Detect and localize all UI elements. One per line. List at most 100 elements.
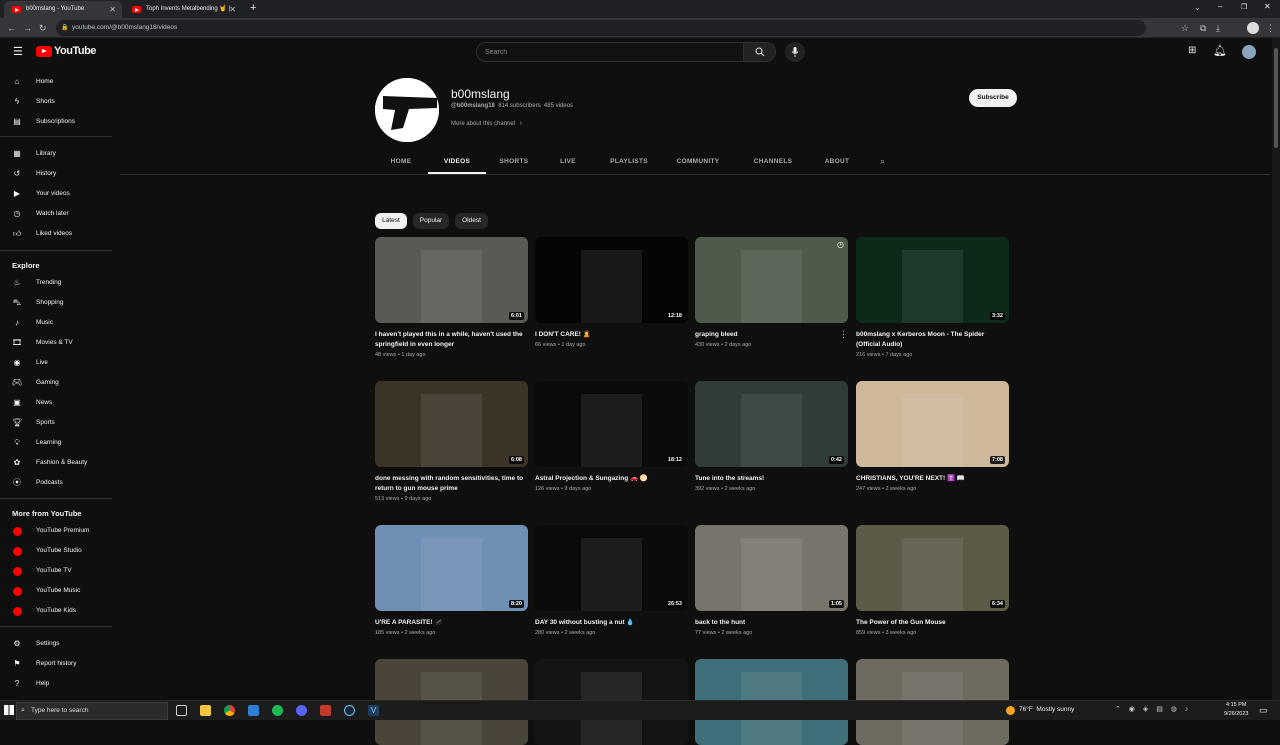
video-thumbnail[interactable]: 1:05	[695, 525, 848, 611]
video-thumbnail[interactable]: 6:34	[856, 525, 1009, 611]
sidebar-item-settings[interactable]: ⚙ Settings	[0, 635, 112, 653]
more-about-link[interactable]: More about this channel ›	[451, 120, 522, 127]
video-title[interactable]: b00mslang x Kerberos Moon - The Spider (…	[856, 330, 1006, 350]
sidebar-item-help[interactable]: ? Help	[0, 675, 112, 693]
video-card[interactable]: 26:53 DAY 30 without busting a nut 💧 280 v…	[535, 525, 688, 636]
video-card[interactable]: 7:08 CHRISTIANS, YOU'RE NEXT! ✝️ 📖 247 vie…	[856, 381, 1009, 492]
sidebar-item-history[interactable]: ↺ History	[0, 165, 112, 183]
video-card[interactable]: ◷ graping bleed 430 views • 2 days ago ⋮	[695, 237, 848, 348]
video-card[interactable]: 6:01 I haven't played this in a while, ha…	[375, 237, 528, 358]
extensions-icon[interactable]: ⧉	[1200, 18, 1206, 38]
file-explorer-icon[interactable]	[200, 705, 211, 716]
back-icon[interactable]: ←	[7, 18, 16, 38]
video-title[interactable]: DAY 30 without busting a nut 💧	[535, 618, 685, 628]
sidebar-item-news[interactable]: ▣ News	[0, 394, 112, 412]
video-thumbnail[interactable]: 3:32	[856, 237, 1009, 323]
video-card[interactable]: 6:34 The Power of the Gun Mouse 859 views …	[856, 525, 1009, 636]
tab-home[interactable]: HOME	[379, 150, 423, 174]
download-icon[interactable]: ⤓	[1216, 18, 1220, 38]
sidebar-item-sports[interactable]: 🏆︎ Sports	[0, 414, 112, 432]
sidebar-item-movies-tv[interactable]: 🎞︎ Movies & TV	[0, 334, 112, 352]
clock-date[interactable]: 9/26/2023	[1224, 711, 1248, 717]
video-thumbnail[interactable]: 0:42	[695, 381, 848, 467]
video-card[interactable]: 1:05 back to the hunt 77 views • 2 weeks a…	[695, 525, 848, 636]
sidebar-item-podcasts[interactable]: ⦿ Podcasts	[0, 474, 112, 492]
video-card[interactable]: 3:32 b00mslang x Kerberos Moon - The Spid…	[856, 237, 1009, 358]
video-thumbnail[interactable]: 6:08	[375, 381, 528, 467]
chip-oldest[interactable]: Oldest	[455, 213, 488, 229]
task-view-icon[interactable]	[176, 705, 187, 716]
chrome-icon[interactable]	[224, 705, 235, 716]
watch-later-icon[interactable]: ◷	[837, 240, 844, 249]
browser-tab-toph[interactable]: Toph Invents Metalbending 🤘 | ✕	[124, 1, 242, 18]
sidebar-item-library[interactable]: ▦ Library	[0, 145, 112, 163]
notifications-bell-icon[interactable]: 🔔︎	[1213, 44, 1227, 57]
spotify-icon[interactable]	[272, 705, 283, 716]
search-input[interactable]	[485, 46, 735, 58]
windows-start-icon[interactable]	[4, 705, 14, 715]
video-thumbnail[interactable]: 26:53	[535, 525, 688, 611]
video-title[interactable]: I DON'T CARE! 🙎	[535, 330, 685, 340]
sidebar-item-youtube-kids[interactable]: YouTube Kids	[0, 602, 112, 620]
tab-channels[interactable]: CHANNELS	[743, 150, 803, 174]
chip-latest[interactable]: Latest	[375, 213, 407, 229]
forward-icon[interactable]: →	[23, 18, 32, 38]
address-bar[interactable]: 🔒 youtube.com/@b00mslang18/videos	[56, 20, 1146, 36]
video-title[interactable]: I haven't played this in a while, haven'…	[375, 330, 525, 350]
discord-icon[interactable]	[296, 705, 307, 716]
video-title[interactable]: graping bleed	[695, 330, 845, 340]
channel-search-icon[interactable]: ⌕	[880, 156, 885, 167]
create-video-icon[interactable]: ⊞	[1188, 45, 1196, 56]
sidebar-item-your-videos[interactable]: ▶ Your videos	[0, 185, 112, 203]
sidebar-item-youtube-studio[interactable]: YouTube Studio	[0, 542, 112, 560]
tab-search-icon[interactable]: ⌄	[1194, 3, 1201, 12]
steam-icon[interactable]	[344, 705, 355, 716]
search-button[interactable]	[743, 43, 775, 61]
video-thumbnail[interactable]: 18:12	[535, 381, 688, 467]
video-title[interactable]: done messing with random sensitivities, …	[375, 474, 525, 494]
weather-text[interactable]: 76°F Mostly sunny	[1019, 706, 1074, 713]
video-thumbnail[interactable]: 8:20	[375, 525, 528, 611]
search-box[interactable]	[476, 42, 776, 62]
sidebar-item-home[interactable]: ⌂ Home	[0, 73, 112, 91]
reload-icon[interactable]: ↻	[39, 18, 47, 38]
video-title[interactable]: U'RE A PARASITE! 🦟	[375, 618, 525, 628]
app-icon[interactable]	[320, 705, 331, 716]
browser-tab-youtube[interactable]: b00mslang - YouTube ✕	[4, 1, 122, 18]
video-title[interactable]: Astral Projection & Sungazing 🚗 🌕	[535, 474, 685, 484]
voice-search-button[interactable]	[785, 42, 805, 62]
hamburger-menu-icon[interactable]: ☰	[13, 45, 23, 58]
sidebar-item-trending[interactable]: ♨ Trending	[0, 274, 112, 292]
chip-popular[interactable]: Popular	[413, 213, 449, 229]
video-card[interactable]: 8:20 U'RE A PARASITE! 🦟 185 views • 2 week…	[375, 525, 528, 636]
sidebar-item-liked-videos[interactable]: 👍︎ Liked videos	[0, 225, 112, 243]
sidebar-item-fashion-beauty[interactable]: ✿ Fashion & Beauty	[0, 454, 112, 472]
video-thumbnail[interactable]: ◷	[695, 237, 848, 323]
tab-about[interactable]: ABOUT	[814, 150, 860, 174]
video-thumbnail[interactable]: 6:01	[375, 237, 528, 323]
clock-time[interactable]: 4:15 PM	[1226, 702, 1246, 708]
tab-videos[interactable]: VIDEOS	[428, 150, 486, 174]
sidebar-item-shopping[interactable]: ⛍ Shopping	[0, 294, 112, 312]
sidebar-item-watch-later[interactable]: ◷ Watch later	[0, 205, 112, 223]
youtube-logo-icon[interactable]	[36, 46, 52, 57]
taskbar-search[interactable]: ⌕ Type here to search	[16, 702, 168, 720]
minimize-icon[interactable]: –	[1218, 2, 1222, 11]
sidebar-item-youtube-music[interactable]: YouTube Music	[0, 582, 112, 600]
vegas-icon[interactable]: V	[368, 705, 379, 716]
tab-live[interactable]: LIVE	[552, 150, 584, 174]
chrome-menu-icon[interactable]: ⋮	[1266, 18, 1275, 38]
channel-avatar[interactable]	[375, 78, 439, 142]
sidebar-item-music[interactable]: ♪ Music	[0, 314, 112, 332]
video-card[interactable]: 18:12 Astral Projection & Sungazing 🚗 🌕 12…	[535, 381, 688, 492]
mail-icon[interactable]	[248, 705, 259, 716]
sidebar-item-live[interactable]: ◉ Live	[0, 354, 112, 372]
subscribe-button[interactable]: Subscribe	[969, 89, 1017, 107]
video-title[interactable]: The Power of the Gun Mouse	[856, 618, 1006, 628]
tab-playlists[interactable]: PLAYLISTS	[598, 150, 660, 174]
sidebar-item-gaming[interactable]: 🎮︎ Gaming	[0, 374, 112, 392]
account-avatar[interactable]	[1242, 45, 1256, 59]
sidebar-item-youtube-premium[interactable]: YouTube Premium	[0, 522, 112, 540]
video-title[interactable]: Tune into the streams!	[695, 474, 845, 484]
sidebar-item-shorts[interactable]: ϟ Shorts	[0, 93, 112, 111]
